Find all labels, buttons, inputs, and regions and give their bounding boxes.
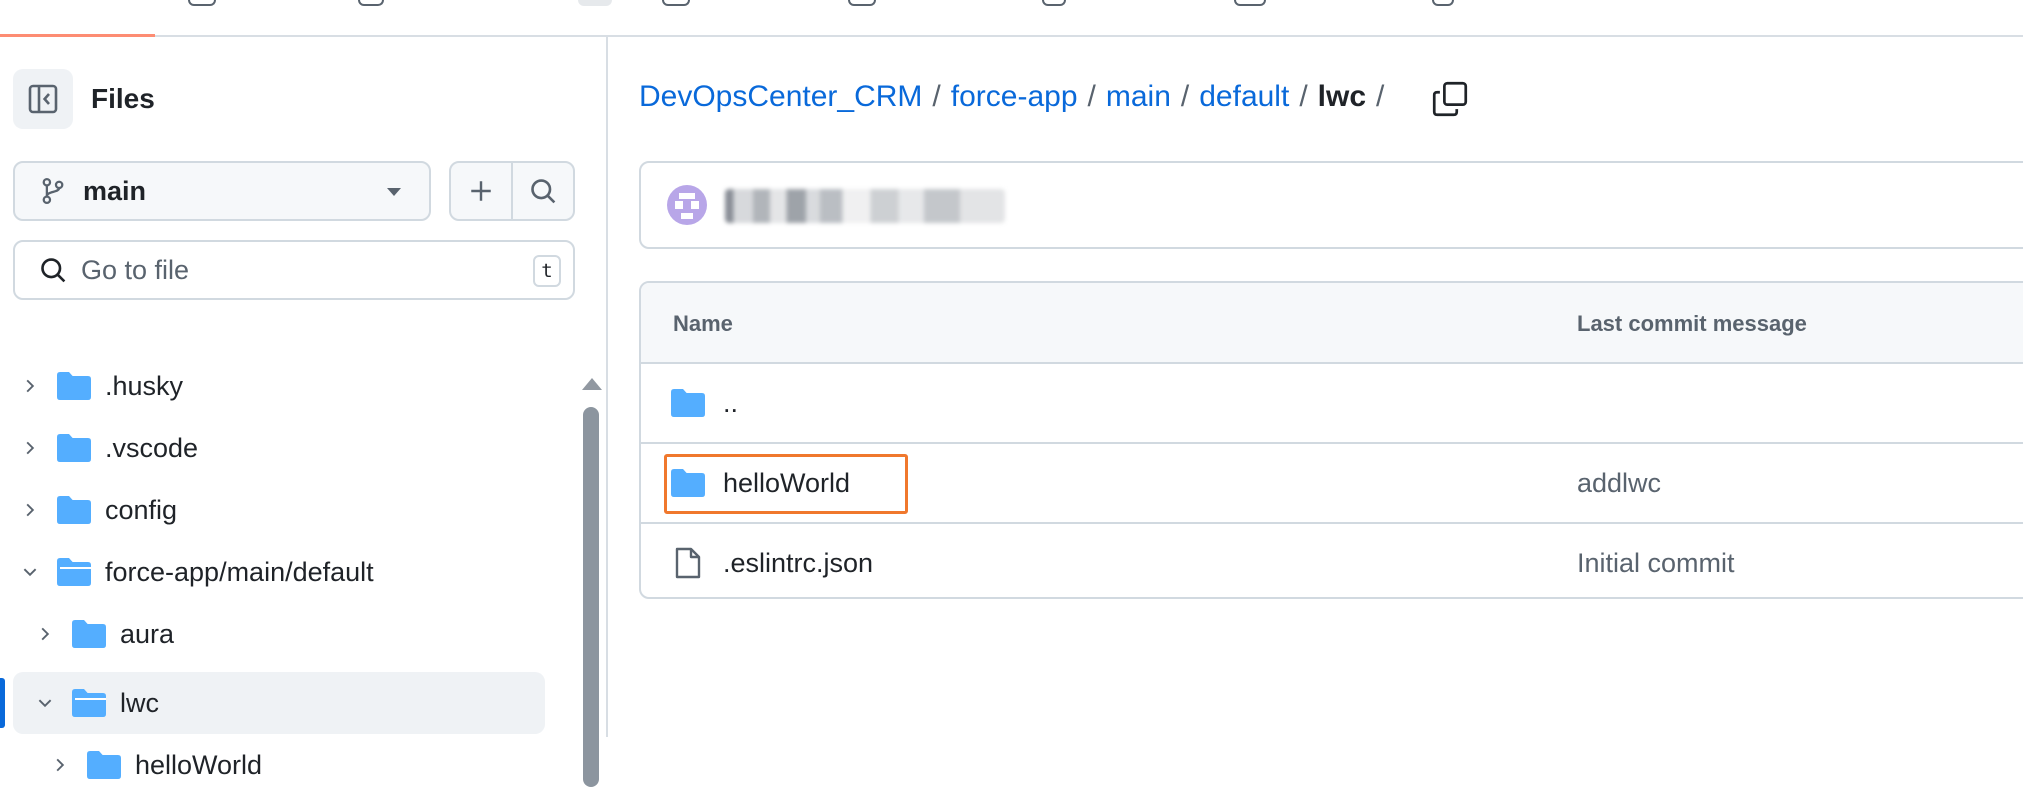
chevron-down-icon: [30, 694, 60, 712]
tree-item-helloworld[interactable]: helloWorld: [45, 734, 262, 796]
folder-icon: [671, 469, 705, 497]
breadcrumb: DevOpsCenter_CRM / force-app / main / de…: [639, 80, 1394, 114]
nav-counter: [578, 0, 612, 6]
scrollbar-thumb[interactable]: [583, 407, 599, 787]
folder-open-icon: [72, 689, 106, 717]
folder-open-icon: [57, 558, 91, 586]
tree-item-label: config: [105, 494, 178, 525]
nav-icon: [188, 0, 216, 6]
chevron-right-icon: [45, 756, 75, 774]
commit-message-link[interactable]: Initial commit: [1577, 524, 1735, 597]
breadcrumb-repo-link[interactable]: DevOpsCenter_CRM: [639, 80, 922, 114]
column-header-message: Last commit message: [1577, 311, 1807, 336]
tree-item-vscode[interactable]: .vscode: [15, 417, 198, 479]
sidebar-actions: [449, 161, 575, 221]
copy-path-button[interactable]: [1432, 81, 1468, 117]
nav-icon: [848, 0, 876, 6]
tree-item-label: lwc: [120, 687, 159, 718]
nav-icon: [1432, 0, 1454, 6]
breadcrumb-link[interactable]: main: [1106, 80, 1171, 114]
breadcrumb-separator: /: [932, 80, 941, 113]
tree-item-label: aura: [120, 618, 175, 649]
breadcrumb-link[interactable]: force-app: [951, 80, 1078, 114]
folder-icon: [57, 496, 91, 524]
chevron-down-icon: [15, 563, 45, 581]
breadcrumb-current: lwc: [1317, 80, 1367, 113]
nav-icon: [662, 0, 690, 6]
tree-item-label: force-app/main/default: [105, 556, 374, 587]
collapse-sidebar-button[interactable]: [13, 69, 73, 129]
commit-message-link[interactable]: addlwc: [1577, 444, 1661, 522]
folder-icon: [671, 389, 705, 417]
breadcrumb-separator: /: [1087, 80, 1096, 113]
tree-item-label: .vscode: [105, 432, 199, 463]
tree-item-aura[interactable]: aura: [30, 603, 174, 665]
breadcrumb-separator: /: [1299, 80, 1308, 113]
branch-selector[interactable]: main: [13, 161, 431, 221]
file-table: Name Last commit message .. helloWorld a…: [639, 281, 2023, 599]
chevron-right-icon: [15, 439, 45, 457]
parent-directory-link[interactable]: ..: [723, 388, 738, 419]
table-row[interactable]: .eslintrc.json Initial commit: [641, 522, 2023, 597]
file-name-cell: ..: [671, 364, 738, 442]
folder-icon: [57, 434, 91, 462]
file-name-cell: helloWorld: [671, 444, 850, 522]
folder-icon: [87, 751, 121, 779]
keyboard-shortcut-hint: t: [533, 255, 561, 287]
search-icon: [41, 258, 66, 283]
nav-icon: [1234, 0, 1266, 6]
branch-name: main: [83, 175, 147, 206]
chevron-right-icon: [15, 377, 45, 395]
column-header-name: Name: [673, 311, 733, 336]
git-branch-icon: [42, 177, 64, 205]
breadcrumb-link[interactable]: default: [1199, 80, 1289, 114]
folder-icon: [57, 372, 91, 400]
file-link[interactable]: .eslintrc.json: [723, 548, 873, 579]
scroll-up-arrow[interactable]: [582, 378, 602, 390]
tree-item-label: helloWorld: [135, 749, 263, 780]
avatar[interactable]: [667, 185, 707, 225]
chevron-down-icon: [387, 188, 401, 196]
repo-nav-bar: [0, 0, 2023, 37]
latest-commit-bar: [639, 161, 2023, 249]
file-link[interactable]: helloWorld: [723, 468, 850, 499]
table-header: Name Last commit message: [641, 283, 2023, 364]
copy-icon: [1432, 81, 1468, 117]
sidebar-collapse-icon: [28, 84, 58, 114]
tree-item-config[interactable]: config: [15, 479, 177, 541]
file-name-cell: .eslintrc.json: [671, 524, 873, 597]
file-icon: [671, 547, 705, 579]
sidebar-header: Files: [13, 69, 155, 129]
search-icon: [531, 179, 556, 204]
plus-icon: [471, 181, 491, 201]
tree-selection-marker: [0, 678, 5, 728]
nav-icon: [1042, 0, 1066, 6]
sidebar-title: Files: [91, 83, 155, 114]
chevron-right-icon: [15, 501, 45, 519]
table-row-parent[interactable]: ..: [641, 364, 2023, 442]
chevron-right-icon: [30, 625, 60, 643]
tree-item-label: .husky: [105, 370, 184, 401]
go-to-file-placeholder: Go to file: [81, 254, 190, 285]
breadcrumb-separator: /: [1376, 80, 1385, 113]
go-to-file-input[interactable]: Go to file t: [13, 240, 575, 300]
nav-icon: [358, 0, 384, 6]
search-code-button[interactable]: [511, 163, 573, 219]
blurred-author-info: [725, 189, 1005, 223]
tree-item-lwc[interactable]: lwc: [30, 672, 159, 734]
table-row[interactable]: helloWorld addlwc: [641, 442, 2023, 522]
folder-icon: [72, 620, 106, 648]
tree-item-force-app[interactable]: force-app/main/default: [15, 541, 374, 603]
file-tree-sidebar: Files main Go to file t .husky .vscode c…: [0, 37, 608, 787]
add-file-button[interactable]: [451, 163, 511, 219]
tree-item-husky[interactable]: .husky: [15, 355, 183, 417]
breadcrumb-separator: /: [1180, 80, 1190, 113]
